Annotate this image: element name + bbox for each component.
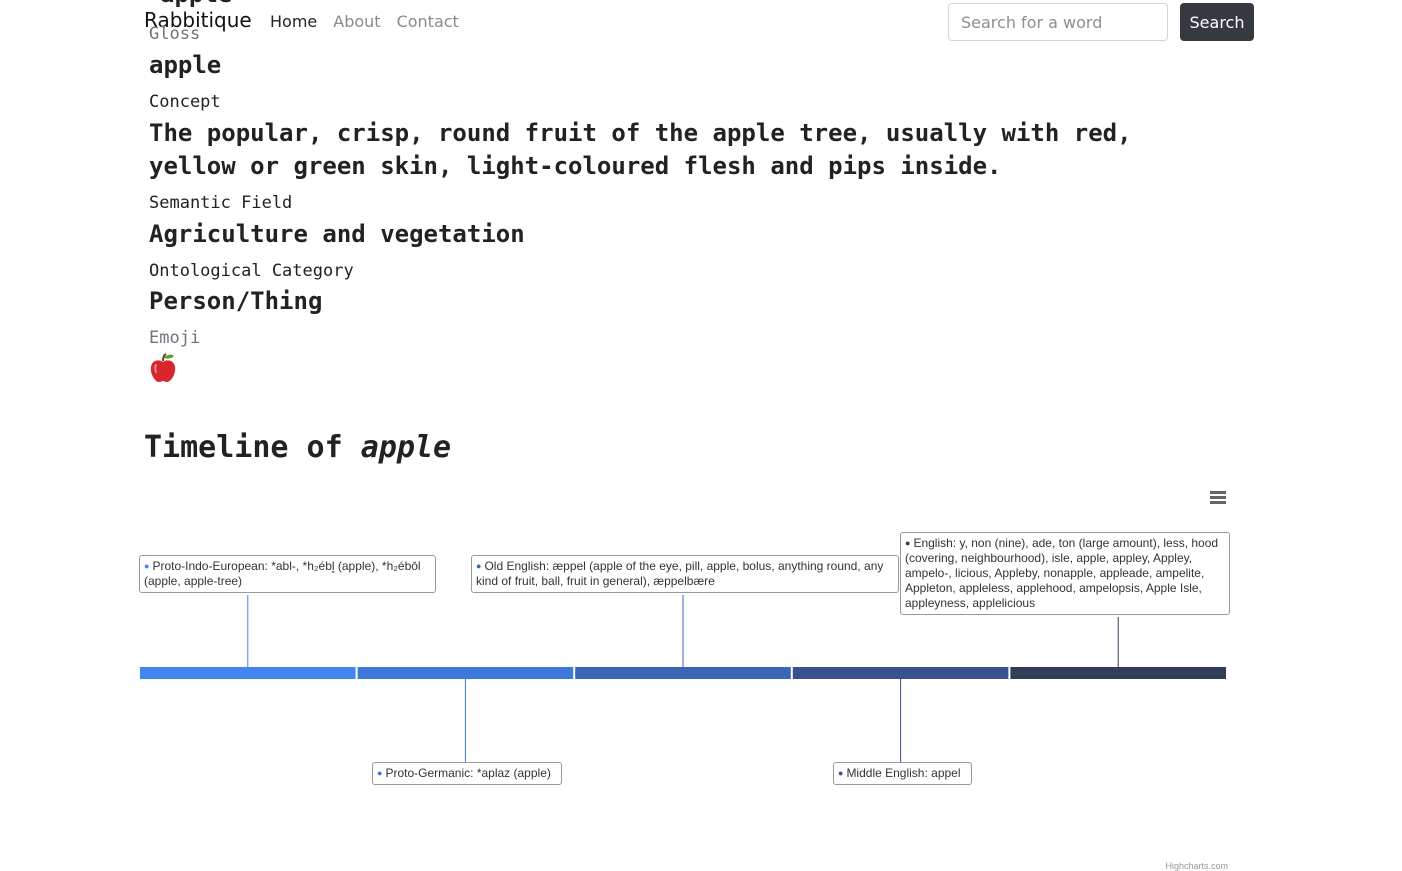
timeline-event-label[interactable]: ● Proto-Germanic: *aplaz (apple) xyxy=(372,762,562,785)
timeline-event-label[interactable]: ● Middle English: appel xyxy=(833,762,972,785)
legend-dot-icon: ● xyxy=(905,538,911,548)
timeline-chart: ● Proto-Indo-European: *abl-, *h₂ébl̥ (ap… xyxy=(0,0,1402,871)
timeline-segment[interactable] xyxy=(1010,667,1226,679)
timeline-segment[interactable] xyxy=(792,667,1009,679)
chart-credits[interactable]: Highcharts.com xyxy=(1165,861,1228,871)
timeline-event-label[interactable]: ● Old English: æppel (apple of the eye, p… xyxy=(471,555,899,593)
legend-dot-icon: ● xyxy=(476,561,482,571)
timeline-event-words: *aplaz (apple) xyxy=(476,766,551,780)
timeline-event-label[interactable]: ● Proto-Indo-European: *abl-, *h₂ébl̥ (ap… xyxy=(139,555,436,593)
timeline-event-name: English xyxy=(913,536,953,550)
timeline-event-name: Old English xyxy=(484,559,546,573)
timeline-event-separator: : xyxy=(470,766,477,780)
timeline-event-words: appel xyxy=(931,766,961,780)
legend-dot-icon: ● xyxy=(377,768,383,778)
timeline-svg xyxy=(140,484,1233,762)
timeline-segment[interactable] xyxy=(140,667,356,679)
legend-dot-icon: ● xyxy=(838,768,844,778)
hamburger-menu-icon[interactable] xyxy=(1203,484,1233,512)
timeline-event-name: Proto-Germanic xyxy=(385,766,471,780)
timeline-event-label[interactable]: ● English: y, non (nine), ade, ton (large… xyxy=(900,532,1230,615)
timeline-event-name: Proto-Indo-European xyxy=(152,559,265,573)
timeline-event-name: Middle English xyxy=(846,766,925,780)
timeline-segment[interactable] xyxy=(575,667,791,679)
timeline-segment[interactable] xyxy=(357,667,574,679)
legend-dot-icon: ● xyxy=(144,561,150,571)
